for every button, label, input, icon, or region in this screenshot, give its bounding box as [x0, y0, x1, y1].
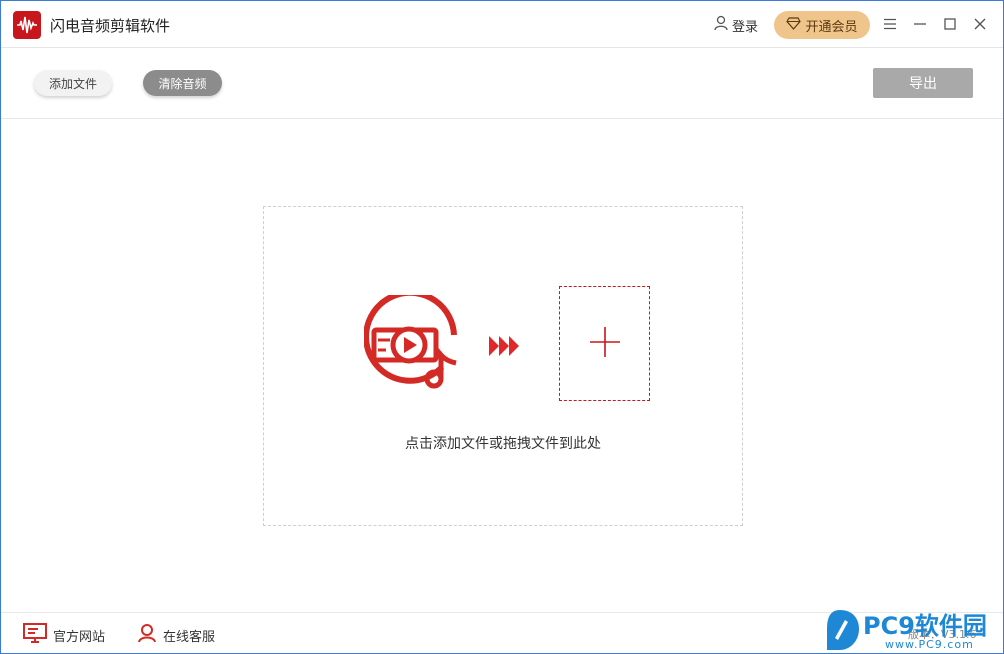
online-support-link[interactable]: 在线客服: [137, 623, 215, 647]
app-logo-icon: [13, 11, 41, 39]
watermark-logo-icon: [827, 610, 859, 650]
minimize-icon[interactable]: [909, 13, 931, 35]
add-file-box[interactable]: [559, 286, 650, 401]
diamond-icon: [786, 16, 802, 34]
official-website-link[interactable]: 官方网站: [23, 623, 105, 647]
clear-audio-button[interactable]: 清除音频: [143, 70, 222, 96]
app-window: 闪电音频剪辑软件 登录 开通会员 添加文件 清除音频 导出 点击添加文件或拖拽文…: [0, 0, 1004, 654]
menu-icon[interactable]: [879, 13, 901, 35]
toolbar: 添加文件 清除音频 导出: [1, 49, 1003, 119]
headset-person-icon: [137, 623, 157, 647]
watermark-url: www.PC9.com: [885, 638, 974, 651]
file-drop-zone[interactable]: 点击添加文件或拖拽文件到此处: [263, 206, 743, 526]
close-icon[interactable]: [969, 13, 991, 35]
login-button[interactable]: 登录: [713, 15, 758, 35]
add-file-button[interactable]: 添加文件: [34, 70, 112, 96]
official-website-label: 官方网站: [53, 629, 106, 645]
user-icon: [713, 15, 729, 35]
watermark-brand: PC9软件园: [863, 612, 987, 640]
plus-icon: [589, 326, 621, 362]
maximize-icon[interactable]: [939, 13, 961, 35]
monitor-icon: [23, 623, 47, 647]
vip-button[interactable]: 开通会员: [774, 11, 870, 39]
online-support-label: 在线客服: [163, 629, 216, 645]
music-disc-icon: [363, 289, 464, 399]
title-bar: 闪电音频剪辑软件 登录 开通会员: [1, 1, 1003, 48]
export-button[interactable]: 导出: [873, 68, 973, 98]
watermark: PC9软件园 www.PC9.com: [819, 606, 1003, 654]
app-title: 闪电音频剪辑软件: [50, 17, 171, 35]
drop-hint-text: 点击添加文件或拖拽文件到此处: [405, 436, 601, 452]
forward-arrows-icon: [488, 334, 520, 362]
vip-label: 开通会员: [805, 19, 858, 35]
login-label: 登录: [732, 19, 759, 35]
